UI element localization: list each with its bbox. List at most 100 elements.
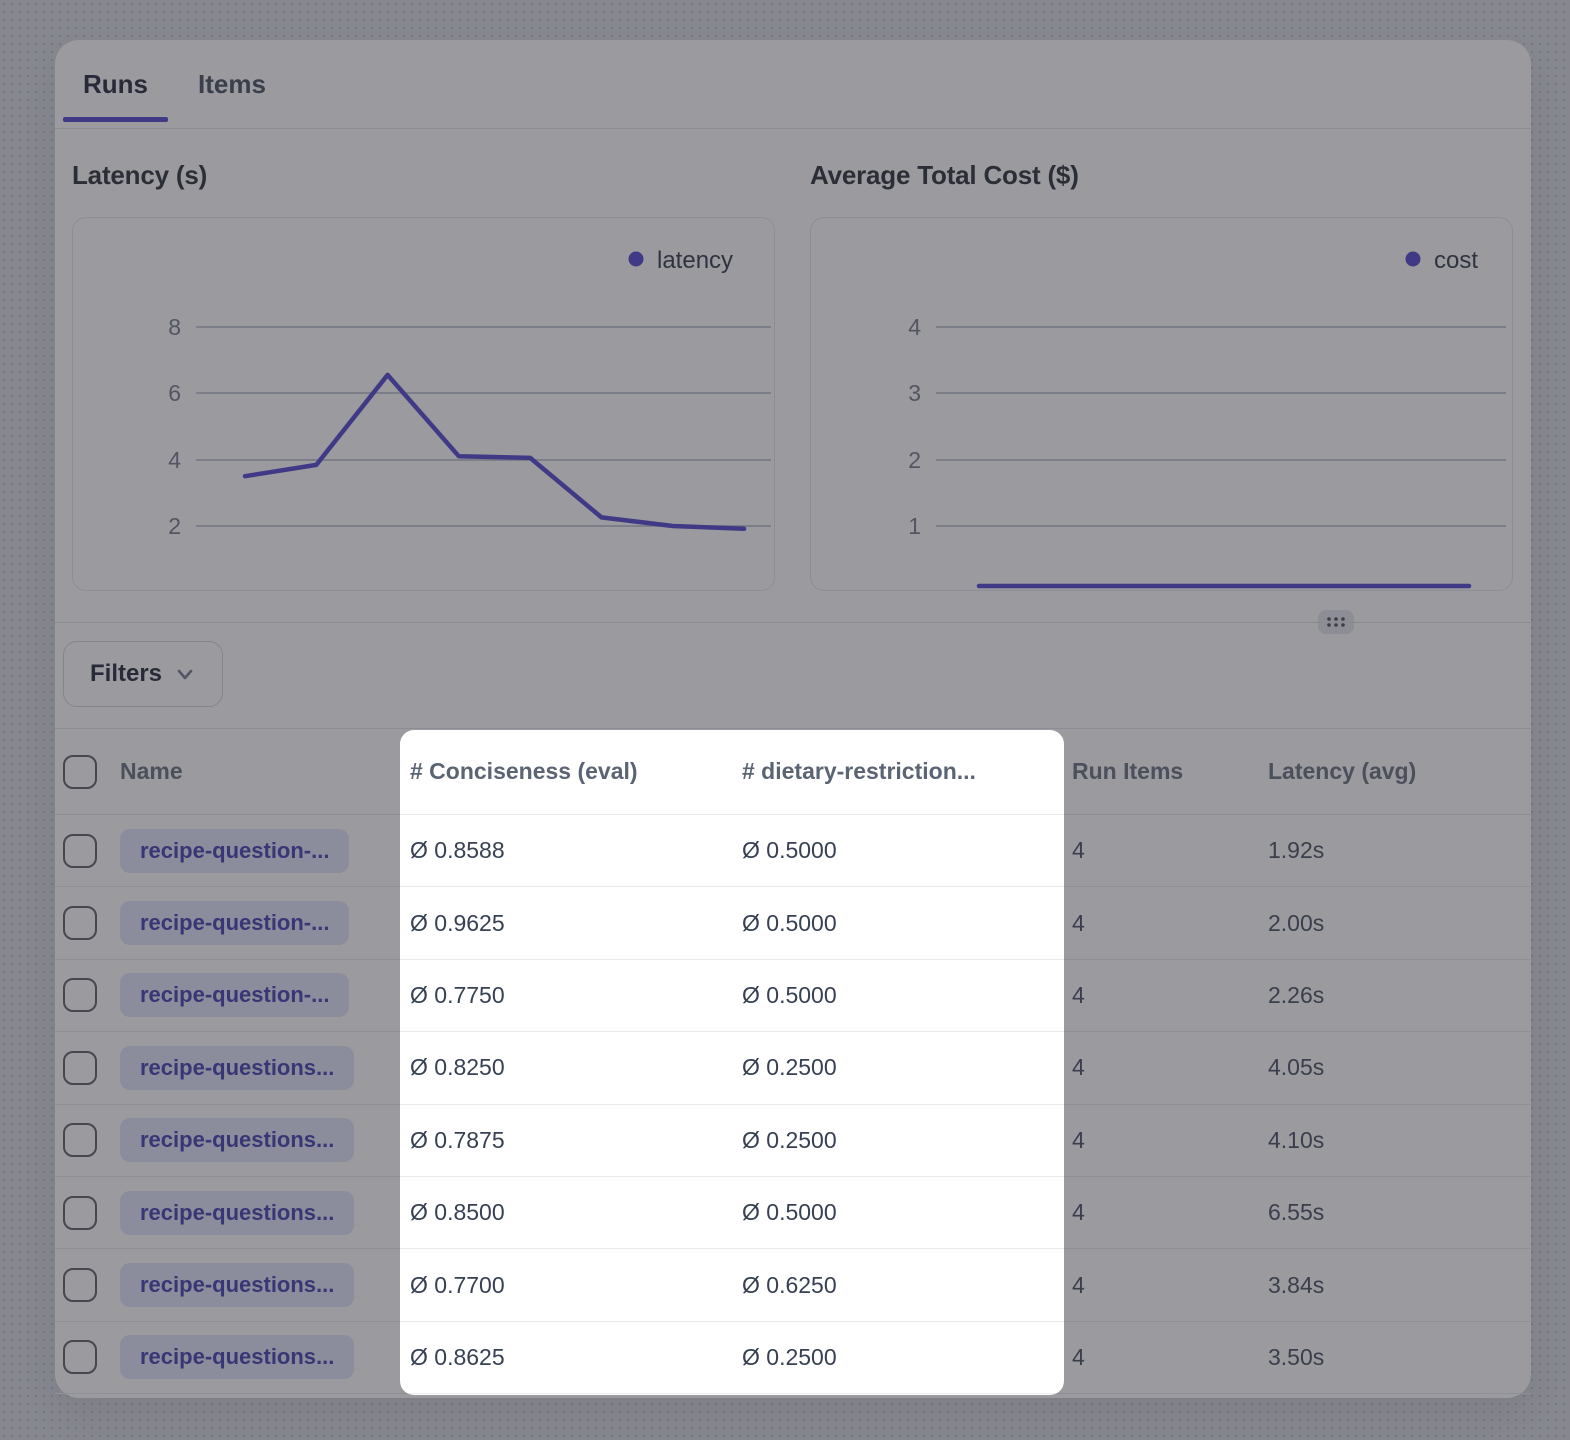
svg-text:3: 3 xyxy=(908,380,921,406)
svg-text:2: 2 xyxy=(168,513,181,539)
row-checkbox[interactable] xyxy=(63,978,97,1012)
row-checkbox[interactable] xyxy=(63,1268,97,1302)
latency-avg-value: 3.50s xyxy=(1256,1344,1531,1371)
latency-legend-dot xyxy=(629,252,644,267)
table-row: recipe-questions... Ø 0.7700Ø 0.625043.84… xyxy=(55,1249,1531,1321)
table-row: recipe-question-... Ø 0.8588Ø 0.500041.92… xyxy=(55,815,1531,887)
row-checkbox[interactable] xyxy=(63,1051,97,1085)
svg-text:6: 6 xyxy=(168,380,181,406)
column-header-name[interactable]: Name xyxy=(120,758,400,785)
run-items-value: 4 xyxy=(1064,1127,1256,1154)
run-name-badge[interactable]: recipe-question-... xyxy=(120,973,349,1017)
select-all-checkbox[interactable] xyxy=(63,755,97,789)
svg-text:4: 4 xyxy=(168,447,181,473)
svg-text:2: 2 xyxy=(908,447,921,473)
cost-gridlines xyxy=(936,327,1506,526)
table-row: recipe-questions... Ø 0.7875Ø 0.250044.10… xyxy=(55,1105,1531,1177)
active-tab-indicator xyxy=(63,117,168,122)
cost-legend-dot xyxy=(1406,252,1421,267)
latency-legend-label: latency xyxy=(657,247,733,274)
latency-y-axis-ticks: 8 6 4 2 xyxy=(168,314,181,539)
run-items-value: 4 xyxy=(1064,1344,1256,1371)
runs-panel: Runs Items Latency (s) Average Total Cos… xyxy=(55,40,1531,1398)
table-row: recipe-question-... Ø 0.7750Ø 0.500042.26… xyxy=(55,960,1531,1032)
run-name-badge[interactable]: recipe-questions... xyxy=(120,1046,354,1090)
latency-chart: 8 6 4 2 latency xyxy=(72,217,775,591)
table-body: recipe-question-...Ø 0.8588Ø 0.500041.92… xyxy=(55,815,1531,1394)
cost-legend-label: cost xyxy=(1434,247,1478,274)
latency-avg-value: 2.00s xyxy=(1256,910,1531,937)
latency-avg-value: 1.92s xyxy=(1256,837,1531,864)
tab-bar: Runs Items xyxy=(63,40,286,128)
latency-avg-value: 4.10s xyxy=(1256,1127,1531,1154)
conciseness-value: Ø 0.8588 xyxy=(400,837,732,864)
runs-table: Name # Conciseness (eval) # dietary-rest… xyxy=(55,728,1531,1394)
row-checkbox[interactable] xyxy=(63,1196,97,1230)
run-items-value: 4 xyxy=(1064,1054,1256,1081)
svg-text:8: 8 xyxy=(168,314,181,340)
tab-runs-label: Runs xyxy=(83,69,148,100)
svg-text:1: 1 xyxy=(908,513,921,539)
conciseness-value: Ø 0.7700 xyxy=(400,1272,732,1299)
column-header-dietary-restriction[interactable]: # dietary-restriction... xyxy=(732,758,1064,785)
table-row: recipe-questions... Ø 0.8500Ø 0.500046.55… xyxy=(55,1177,1531,1249)
latency-avg-value: 3.84s xyxy=(1256,1272,1531,1299)
row-checkbox[interactable] xyxy=(63,906,97,940)
tabs-divider xyxy=(55,128,1531,129)
cost-legend: cost xyxy=(1406,247,1479,274)
cost-y-axis-ticks: 4 3 2 1 xyxy=(908,314,921,539)
latency-gridlines xyxy=(196,327,771,526)
run-name-badge[interactable]: recipe-question-... xyxy=(120,829,349,873)
run-items-value: 4 xyxy=(1064,1272,1256,1299)
table-header-row: Name # Conciseness (eval) # dietary-rest… xyxy=(55,728,1531,815)
page-background: Runs Items Latency (s) Average Total Cos… xyxy=(0,0,1570,1440)
cost-chart-title: Average Total Cost ($) xyxy=(810,160,1079,191)
column-header-run-items[interactable]: Run Items xyxy=(1064,758,1256,785)
column-header-latency-avg[interactable]: Latency (avg) xyxy=(1256,758,1531,785)
dietary-restriction-value: Ø 0.5000 xyxy=(732,910,1064,937)
run-name-badge[interactable]: recipe-questions... xyxy=(120,1118,354,1162)
latency-legend: latency xyxy=(629,247,734,274)
dietary-restriction-value: Ø 0.6250 xyxy=(732,1272,1064,1299)
dietary-restriction-value: Ø 0.5000 xyxy=(732,982,1064,1009)
conciseness-value: Ø 0.9625 xyxy=(400,910,732,937)
dietary-restriction-value: Ø 0.2500 xyxy=(732,1344,1064,1371)
table-row: recipe-questions... Ø 0.8250Ø 0.250044.05… xyxy=(55,1032,1531,1104)
section-divider xyxy=(55,622,1531,623)
latency-line-series xyxy=(245,375,744,529)
filters-button-label: Filters xyxy=(90,660,162,688)
row-checkbox[interactable] xyxy=(63,1123,97,1157)
conciseness-value: Ø 0.7875 xyxy=(400,1127,732,1154)
latency-avg-value: 2.26s xyxy=(1256,982,1531,1009)
svg-text:4: 4 xyxy=(908,314,921,340)
dietary-restriction-value: Ø 0.5000 xyxy=(732,837,1064,864)
table-row: recipe-question-... Ø 0.9625Ø 0.500042.00… xyxy=(55,887,1531,959)
run-name-badge[interactable]: recipe-questions... xyxy=(120,1191,354,1235)
tab-runs[interactable]: Runs xyxy=(63,40,168,128)
tab-items[interactable]: Items xyxy=(178,40,286,128)
row-checkbox[interactable] xyxy=(63,1340,97,1374)
latency-avg-value: 4.05s xyxy=(1256,1054,1531,1081)
run-items-value: 4 xyxy=(1064,910,1256,937)
dietary-restriction-value: Ø 0.2500 xyxy=(732,1054,1064,1081)
run-items-value: 4 xyxy=(1064,982,1256,1009)
dietary-restriction-value: Ø 0.2500 xyxy=(732,1127,1064,1154)
tab-items-label: Items xyxy=(198,69,266,100)
latency-avg-value: 6.55s xyxy=(1256,1199,1531,1226)
run-name-badge[interactable]: recipe-questions... xyxy=(120,1263,354,1307)
row-checkbox[interactable] xyxy=(63,834,97,868)
run-items-value: 4 xyxy=(1064,837,1256,864)
dietary-restriction-value: Ø 0.5000 xyxy=(732,1199,1064,1226)
chevron-down-icon xyxy=(174,663,196,685)
conciseness-value: Ø 0.8500 xyxy=(400,1199,732,1226)
cost-chart: 4 3 2 1 cost xyxy=(810,217,1513,591)
run-name-badge[interactable]: recipe-question-... xyxy=(120,901,349,945)
filters-button[interactable]: Filters xyxy=(63,641,223,707)
conciseness-value: Ø 0.7750 xyxy=(400,982,732,1009)
table-row: recipe-questions...Ø 0.8625Ø 0.250043.50… xyxy=(55,1322,1531,1394)
run-name-badge[interactable]: recipe-questions... xyxy=(120,1335,354,1379)
conciseness-value: Ø 0.8250 xyxy=(400,1054,732,1081)
run-items-value: 4 xyxy=(1064,1199,1256,1226)
column-header-conciseness[interactable]: # Conciseness (eval) xyxy=(400,758,732,785)
latency-chart-title: Latency (s) xyxy=(72,160,207,191)
